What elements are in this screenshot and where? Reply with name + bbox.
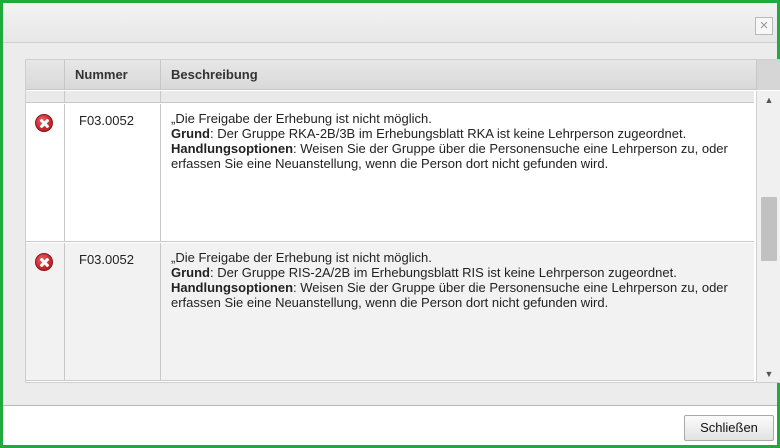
header-icon-column bbox=[26, 60, 64, 90]
table-row[interactable]: F03.0052 „Die Freigabe der Erhebung ist … bbox=[26, 104, 754, 242]
error-number: F03.0052 bbox=[64, 104, 160, 241]
vertical-scrollbar[interactable]: ▲ ▼ bbox=[756, 91, 780, 382]
table-body[interactable]: F03.0052 „Die Freigabe der Erhebung ist … bbox=[26, 91, 754, 383]
close-button[interactable]: Schließen bbox=[684, 415, 774, 441]
reason-label: Grund bbox=[171, 265, 210, 280]
dialog-titlebar: × bbox=[3, 3, 777, 43]
error-number: F03.0052 bbox=[64, 243, 160, 380]
error-dialog: × Nummer Beschreibung F03.0052 „Die Frei… bbox=[0, 0, 780, 448]
dialog-footer: Schließen bbox=[3, 405, 777, 445]
error-message: „Die Freigabe der Erhebung ist nicht mög… bbox=[171, 111, 432, 126]
options-label: Handlungsoptionen bbox=[171, 141, 294, 156]
header-scrollbar-spacer bbox=[756, 60, 780, 90]
scrollbar-thumb[interactable] bbox=[761, 197, 777, 261]
error-description: „Die Freigabe der Erhebung ist nicht mög… bbox=[160, 104, 754, 241]
table-row-partial bbox=[26, 382, 754, 383]
reason-text: : Der Gruppe RKA-2B/3B im Erhebungsblatt… bbox=[210, 126, 687, 141]
table-row[interactable]: F03.0052 „Die Freigabe der Erhebung ist … bbox=[26, 243, 754, 381]
reason-text: : Der Gruppe RIS-2A/2B im Erhebungsblatt… bbox=[210, 265, 677, 280]
header-number[interactable]: Nummer bbox=[64, 60, 160, 90]
error-table: Nummer Beschreibung F03.0052 „Die Freiga… bbox=[25, 59, 780, 383]
table-row-partial bbox=[26, 91, 754, 103]
close-icon[interactable]: × bbox=[755, 17, 773, 35]
options-label: Handlungsoptionen bbox=[171, 280, 294, 295]
table-header: Nummer Beschreibung bbox=[26, 60, 780, 90]
error-icon bbox=[35, 253, 53, 271]
error-message: „Die Freigabe der Erhebung ist nicht mög… bbox=[171, 250, 432, 265]
scroll-down-arrow-icon[interactable]: ▼ bbox=[757, 365, 780, 382]
header-description[interactable]: Beschreibung bbox=[160, 60, 756, 90]
error-icon bbox=[35, 114, 53, 132]
scroll-up-arrow-icon[interactable]: ▲ bbox=[757, 91, 780, 109]
error-description: „Die Freigabe der Erhebung ist nicht mög… bbox=[160, 243, 754, 380]
reason-label: Grund bbox=[171, 126, 210, 141]
dialog-content: Nummer Beschreibung F03.0052 „Die Freiga… bbox=[3, 43, 780, 405]
